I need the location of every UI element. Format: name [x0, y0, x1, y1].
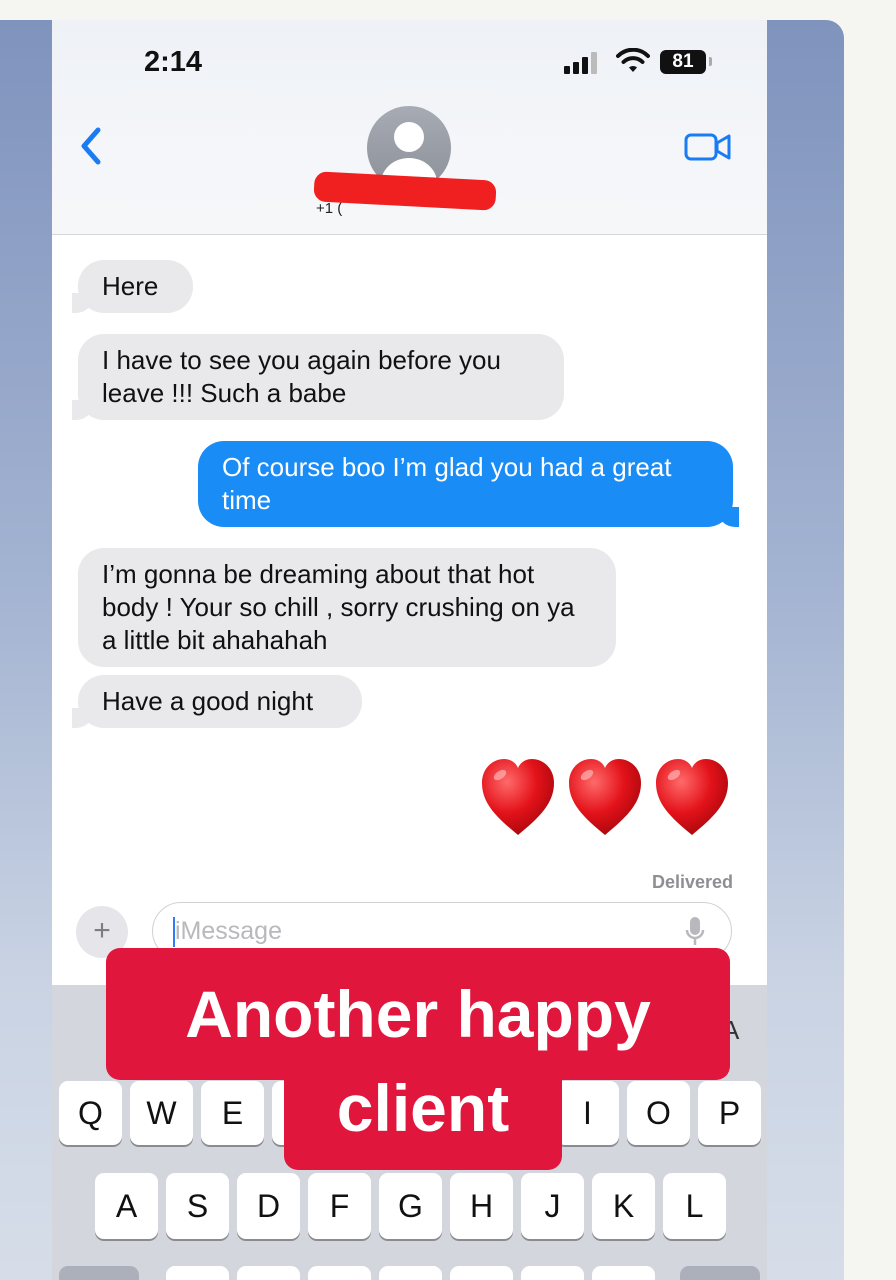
back-chevron-icon[interactable] — [76, 124, 106, 168]
heart-icon — [569, 759, 641, 835]
microphone-icon[interactable] — [685, 915, 705, 949]
shift-key[interactable] — [59, 1266, 139, 1280]
key-n[interactable] — [521, 1266, 584, 1280]
heart-icon — [482, 759, 554, 835]
key-d[interactable]: D — [237, 1173, 300, 1239]
message-bubble-incoming[interactable]: I have to see you again before you leave… — [72, 334, 564, 420]
key-e[interactable]: E — [201, 1081, 264, 1145]
message-text: I’m gonna be dreaming about that hot bod… — [102, 559, 575, 655]
key-x[interactable] — [237, 1266, 300, 1280]
message-bubble-incoming[interactable]: I’m gonna be dreaming about that hot bod… — [78, 548, 616, 667]
key-l[interactable]: L — [663, 1173, 726, 1239]
key-q[interactable]: Q — [59, 1081, 122, 1145]
key-f[interactable]: F — [308, 1173, 371, 1239]
key-h[interactable]: H — [450, 1173, 513, 1239]
key-i[interactable]: I — [556, 1081, 619, 1145]
caption-line-2: client — [284, 1062, 562, 1170]
delivery-status: Delivered — [651, 872, 733, 892]
message-text: Here — [102, 271, 159, 301]
key-w[interactable]: W — [130, 1081, 193, 1145]
imessage-placeholder: iMessage — [175, 917, 282, 945]
text-cursor — [173, 917, 175, 947]
caption-line-1: Another happy — [106, 948, 730, 1080]
key-g[interactable]: G — [379, 1173, 442, 1239]
key-a[interactable]: A — [95, 1173, 158, 1239]
key-p[interactable]: P — [698, 1081, 761, 1145]
key-o[interactable]: O — [627, 1081, 690, 1145]
heart-emoji-message[interactable]: ❤️❤️❤️ — [480, 753, 740, 843]
message-text: I have to see you again before you leave… — [102, 345, 501, 408]
message-bubble-incoming[interactable]: Here — [72, 260, 193, 313]
key-s[interactable]: S — [166, 1173, 229, 1239]
heart-icons — [482, 759, 728, 835]
message-bubble-outgoing[interactable]: Of course boo I’m glad you had a great t… — [198, 441, 739, 527]
status-time: 2:14 — [144, 46, 203, 78]
key-c[interactable] — [308, 1266, 371, 1280]
key-v[interactable] — [379, 1266, 442, 1280]
message-text: Of course boo I’m glad you had a great t… — [222, 452, 672, 515]
heart-icon — [656, 759, 728, 835]
status-icons: 81 — [564, 48, 734, 78]
conversation-header: 2:14 81 +1 ( — [52, 20, 767, 235]
facetime-video-icon[interactable] — [684, 130, 732, 164]
key-z[interactable] — [166, 1266, 229, 1280]
key-k[interactable]: K — [592, 1173, 655, 1239]
key-b[interactable] — [450, 1266, 513, 1280]
cellular-signal-icon — [564, 52, 604, 74]
message-thread[interactable]: Here I have to see you again before you … — [52, 235, 767, 995]
battery-icon: 81 — [660, 50, 706, 74]
battery-nub — [709, 57, 712, 66]
key-m[interactable] — [592, 1266, 655, 1280]
message-bubble-incoming[interactable]: Have a good night — [72, 675, 362, 728]
avatar-head — [394, 122, 424, 152]
key-j[interactable]: J — [521, 1173, 584, 1239]
delete-key[interactable] — [680, 1266, 760, 1280]
wifi-icon — [616, 48, 650, 72]
message-text: Have a good night — [102, 686, 314, 716]
